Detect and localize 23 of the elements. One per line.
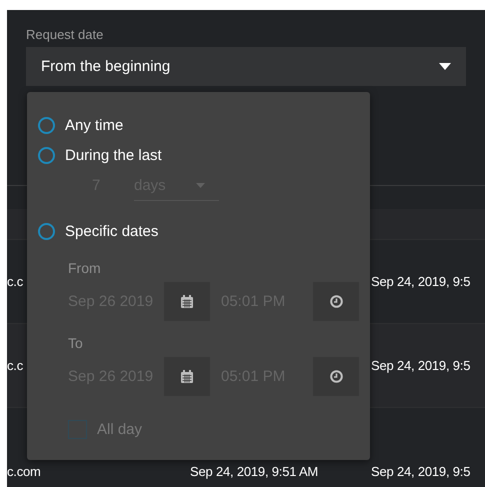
option-label[interactable]: During the last — [65, 146, 162, 164]
table-cell-text: Sep 24, 2019, 9:51 AM — [190, 464, 320, 479]
table-cell: Sep 24, 2019, 9:5 — [371, 358, 470, 373]
caret-icon — [196, 183, 205, 188]
option-label[interactable]: Specific dates — [65, 222, 158, 240]
table-cell-text: c.c — [7, 358, 24, 373]
radio-button[interactable] — [38, 222, 55, 240]
table-cell-text: c.c — [7, 274, 24, 289]
table-cell-text: c.com — [7, 464, 42, 479]
field-label: Request date — [26, 27, 104, 44]
calendar-icon — [181, 295, 193, 308]
radio-button[interactable] — [38, 116, 55, 134]
table-cell: Sep 24, 2019, 9:5 — [371, 464, 470, 479]
calendar-icon — [181, 370, 193, 383]
radio-button[interactable] — [38, 146, 55, 164]
range-label: To — [68, 335, 84, 351]
date-range-dropdown[interactable]: From the beginning — [26, 47, 466, 86]
range-label: From — [68, 260, 102, 276]
table-cell: Sep 24, 2019, 9:5 — [371, 274, 470, 289]
clock-icon — [330, 370, 342, 383]
caret-icon — [439, 63, 451, 70]
clock-icon — [330, 295, 342, 308]
option-label[interactable]: Any time — [65, 116, 124, 134]
